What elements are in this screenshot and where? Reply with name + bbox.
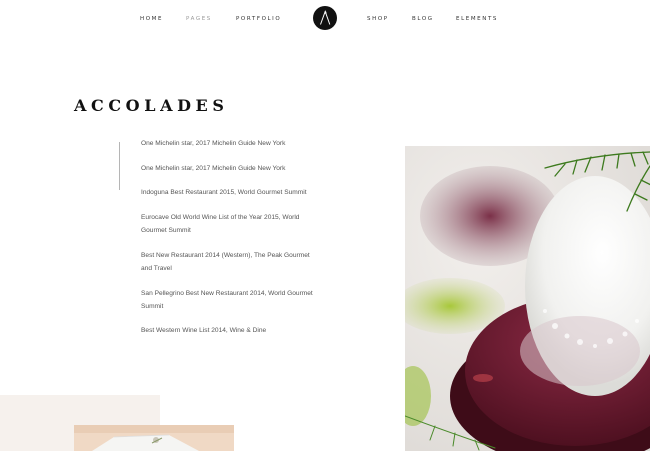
accolade-item: Indoguna Best Restaurant 2015, World Gou… (141, 189, 307, 196)
dish-photo (405, 146, 650, 451)
nav-shop[interactable]: SHOP (367, 16, 389, 22)
accolade-item: Best Western Wine List 2014, Wine & Dine (141, 327, 267, 334)
accolade-item: One Michelin star, 2017 Michelin Guide N… (141, 140, 286, 147)
nav-blog[interactable]: BLOG (412, 16, 434, 22)
accolades-heading: ACCOLADES (74, 96, 229, 115)
nav-portfolio[interactable]: PORTFOLIO (236, 16, 281, 22)
nav-home[interactable]: HOME (140, 16, 163, 22)
letter-a-logo-icon (320, 10, 331, 25)
accolade-item: One Michelin star, 2017 Michelin Guide N… (141, 165, 286, 172)
accolade-item: Eurocave Old World Wine List of the Year… (141, 214, 300, 234)
accolade-item: Best New Restaurant 2014 (Western), The … (141, 252, 310, 272)
accent-divider (119, 142, 120, 190)
accolade-item: San Pellegrino Best New Restaurant 2014,… (141, 290, 313, 310)
dish-thumbnail (74, 425, 234, 451)
site-logo[interactable] (313, 6, 337, 30)
nav-elements[interactable]: ELEMENTS (456, 16, 498, 22)
top-navigation: HOME PAGES PORTFOLIO SHOP BLOG ELEMENTS (0, 0, 650, 38)
nav-pages[interactable]: PAGES (186, 16, 212, 22)
